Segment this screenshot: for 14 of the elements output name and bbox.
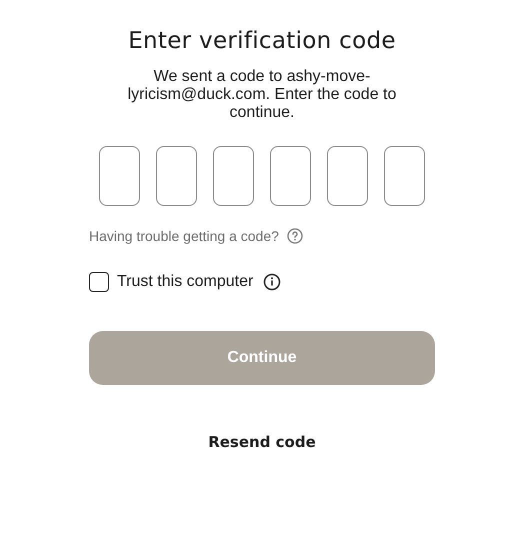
code-digit-field[interactable] — [384, 146, 425, 206]
code-digit-field[interactable] — [156, 146, 197, 206]
trust-checkbox[interactable] — [89, 272, 109, 292]
code-digit-field[interactable] — [270, 146, 311, 206]
code-digit-field[interactable] — [327, 146, 368, 206]
resend-code-link[interactable]: Resend code — [208, 433, 316, 451]
trust-label[interactable]: Trust this computer — [117, 273, 254, 291]
info-icon[interactable] — [263, 273, 282, 291]
page-title: Enter verification code — [128, 28, 396, 54]
code-digit-field[interactable] — [99, 146, 140, 206]
instruction-text: We sent a code to ashy-move-lyricism@duck.com. Enter the code to continue. — [126, 68, 398, 122]
help-link[interactable]: Having trouble getting a code? — [89, 228, 279, 244]
help-icon[interactable] — [286, 228, 303, 244]
code-digit-field[interactable] — [213, 146, 254, 206]
